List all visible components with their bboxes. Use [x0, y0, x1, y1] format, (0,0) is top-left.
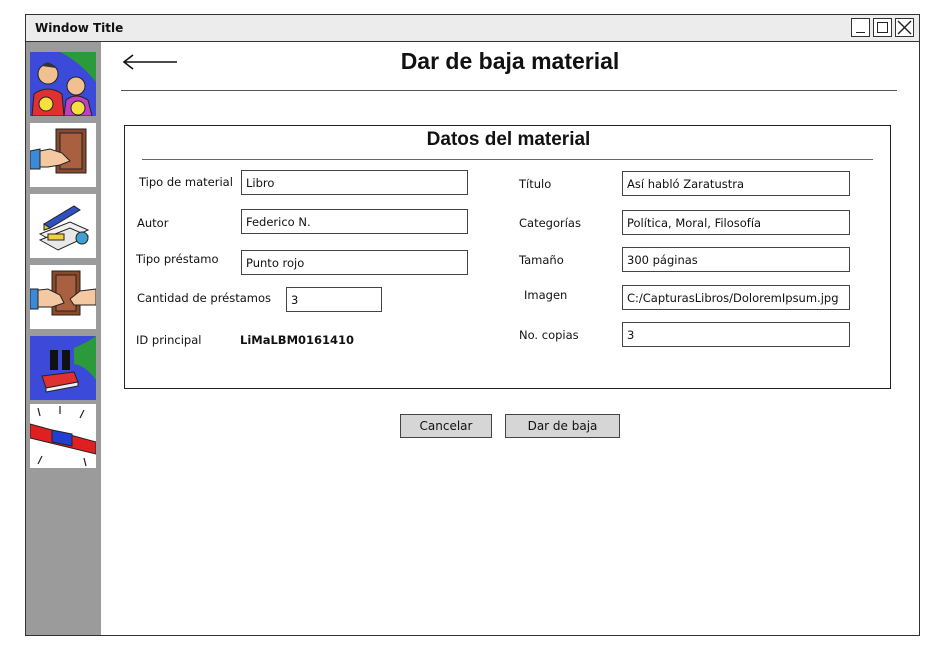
autor-label: Autor: [137, 216, 169, 230]
title-divider: [121, 90, 897, 91]
maximize-button[interactable]: [873, 18, 892, 37]
sidebar-item-add-material[interactable]: [30, 194, 96, 258]
titulo-label: Título: [519, 177, 552, 191]
add-material-icon: [30, 194, 96, 258]
page-title: Dar de baja material: [400, 48, 620, 74]
siren-alert-icon: [30, 404, 96, 468]
main-content: Dar de baja material Datos del material …: [101, 42, 919, 635]
dar-de-baja-button[interactable]: Dar de baja: [505, 414, 620, 438]
tamano-label: Tamaño: [519, 253, 564, 267]
sidebar-item-users[interactable]: [30, 52, 96, 116]
close-icon: [897, 20, 912, 35]
title-bar: Window Title: [26, 15, 919, 42]
categorias-field[interactable]: Política, Moral, Filosofía: [622, 210, 850, 235]
autor-field[interactable]: Federico N.: [241, 209, 468, 234]
cantidad-prestamos-field[interactable]: 3: [286, 287, 382, 312]
cancel-button[interactable]: Cancelar: [400, 414, 492, 438]
users-icon: [30, 52, 96, 116]
cantidad-prestamos-label: Cantidad de préstamos: [137, 291, 272, 305]
copias-label: No. copias: [519, 328, 579, 342]
sidebar-item-book-handover[interactable]: [30, 123, 96, 187]
panel-divider: [142, 159, 873, 160]
sidebar-item-siren-alert[interactable]: [30, 404, 96, 468]
id-principal-label: ID principal: [136, 333, 202, 347]
panel-title: Datos del material: [426, 129, 591, 150]
imagen-field[interactable]: C:/CapturasLibros/DoloremIpsum.jpg: [622, 285, 850, 310]
pause-book-icon: [30, 336, 96, 400]
tamano-field[interactable]: 300 páginas: [622, 247, 850, 272]
categorias-label: Categorías: [519, 216, 581, 230]
imagen-label: Imagen: [524, 288, 568, 302]
tipo-material-label: Tipo de material: [139, 175, 233, 189]
tipo-material-field[interactable]: Libro: [241, 170, 468, 195]
material-data-panel: Datos del material Tipo de material Libr…: [124, 125, 891, 389]
titulo-field[interactable]: Así habló Zaratustra: [622, 171, 850, 196]
window-title: Window Title: [35, 21, 124, 35]
sidebar-item-pause-book[interactable]: [30, 336, 96, 400]
app-window: Window Title Dar de baja material Datos …: [25, 14, 920, 636]
id-principal-value: LiMaLBM0161410: [240, 333, 355, 347]
tipo-prestamo-field[interactable]: Punto rojo: [241, 250, 468, 275]
close-button[interactable]: [895, 18, 914, 37]
book-exchange-icon: [30, 265, 96, 329]
sidebar: [26, 42, 101, 635]
tipo-prestamo-label: Tipo préstamo: [136, 252, 219, 266]
copias-field[interactable]: 3: [622, 322, 850, 347]
minimize-button[interactable]: [851, 18, 870, 37]
book-handover-icon: [30, 123, 96, 187]
sidebar-item-book-exchange[interactable]: [30, 265, 96, 329]
